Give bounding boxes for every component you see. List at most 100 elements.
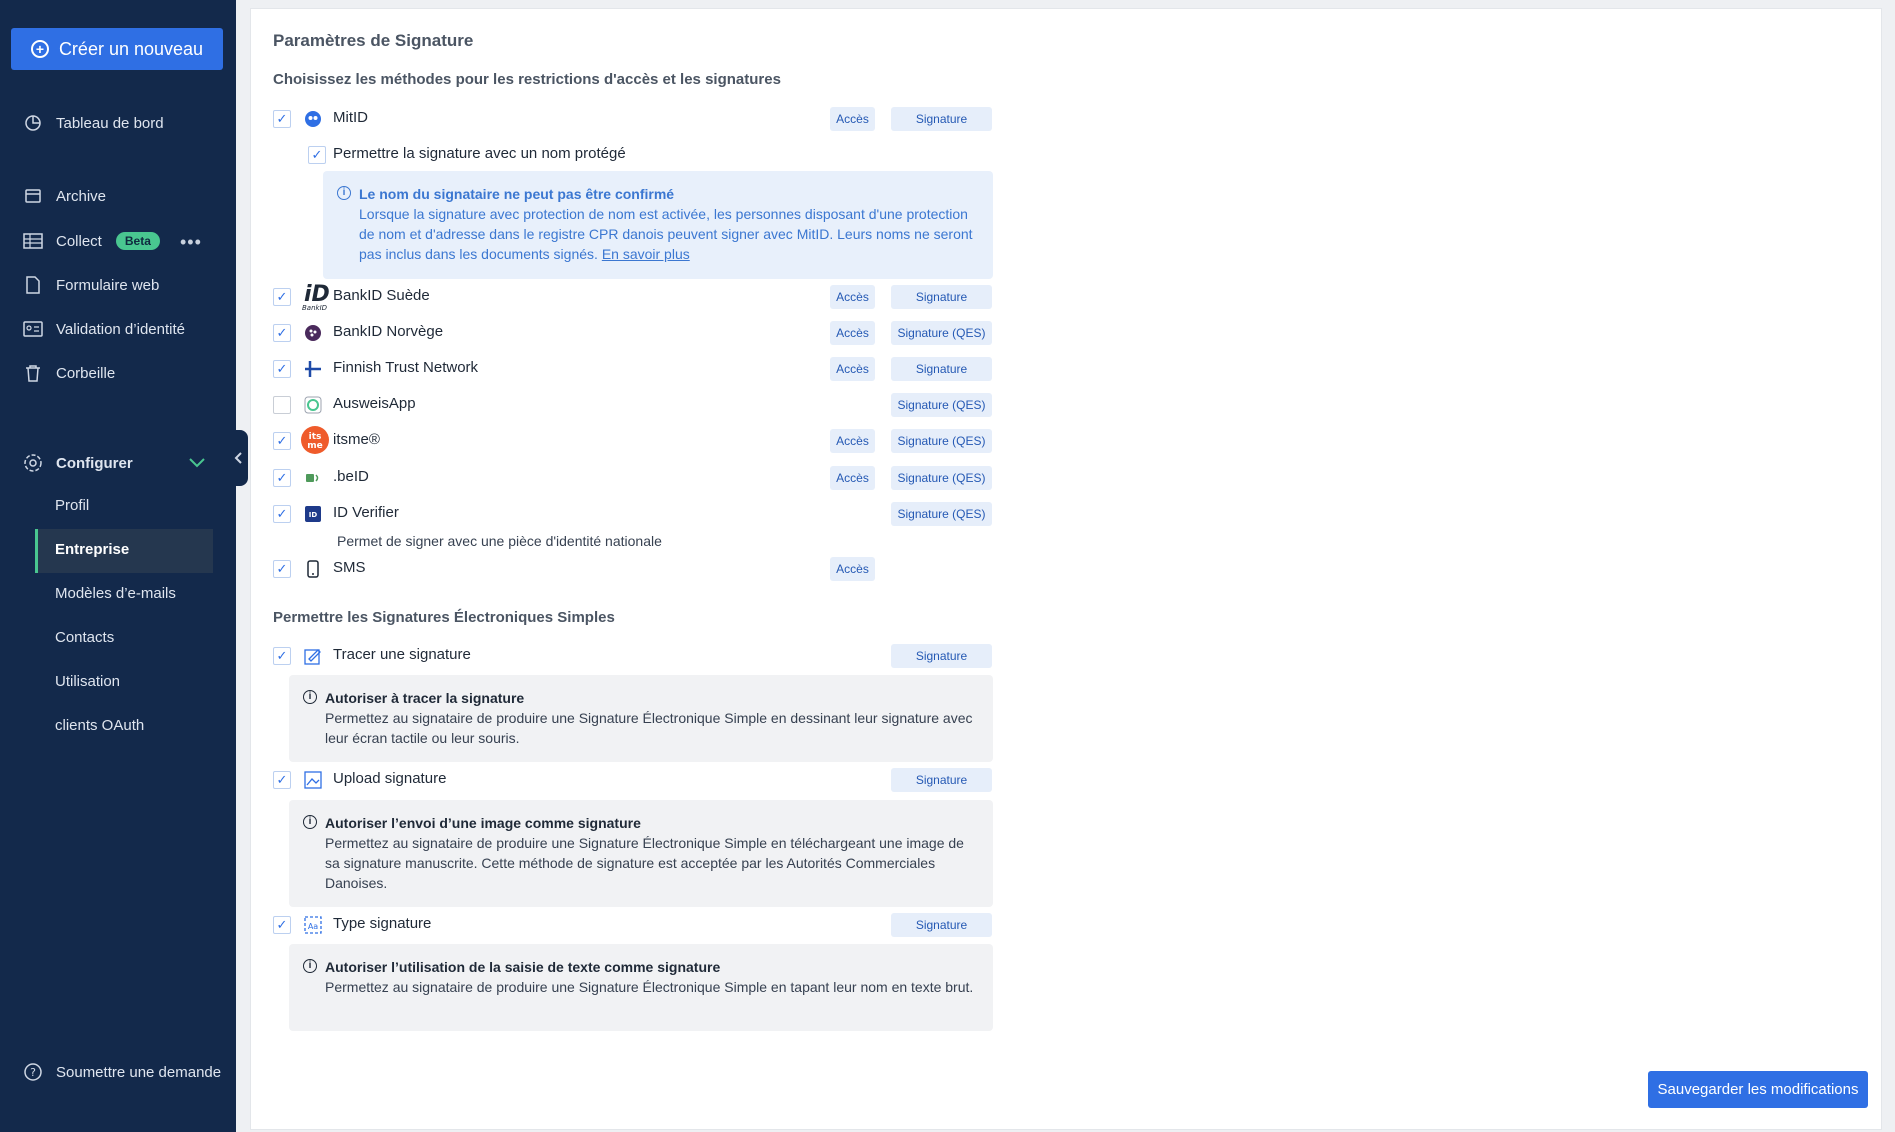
upload-info-box: i Autoriser l’envoi d’une image comme si… xyxy=(289,800,993,907)
beid-signature-tag[interactable]: Signature (QES) xyxy=(891,466,992,490)
ausweisapp-signature-tag[interactable]: Signature (QES) xyxy=(891,393,992,417)
nav-webform-label: Formulaire web xyxy=(56,276,160,294)
create-new-label: Créer un nouveau xyxy=(58,38,204,59)
info-icon: i xyxy=(303,690,317,704)
save-button[interactable]: Sauvegarder les modifications xyxy=(1648,1071,1868,1108)
svg-text:me: me xyxy=(307,441,322,451)
sms-label: SMS xyxy=(333,559,366,576)
nav-dashboard[interactable]: Tableau de bord xyxy=(22,111,164,135)
nav-support[interactable]: ? Soumettre une demande xyxy=(22,1060,221,1084)
chevron-left-icon xyxy=(234,452,242,464)
type-info-box: i Autoriser l’utilisation de la saisie d… xyxy=(289,944,993,1031)
bankid-se-checkbox[interactable]: ✓ xyxy=(273,288,291,306)
method-row-bankid-se: ✓ iD BankID BankID Suède Accès Signature xyxy=(273,282,993,311)
type-signature-icon: Aa xyxy=(303,915,323,935)
nav-identity[interactable]: Validation d’identité xyxy=(22,317,185,341)
itsme-signature-tag[interactable]: Signature (QES) xyxy=(891,429,992,453)
mitid-access-tag[interactable]: Accès xyxy=(830,107,875,131)
type-signature-checkbox[interactable]: ✓ xyxy=(273,916,291,934)
mitid-info-box: i Le nom du signataire ne peut pas être … xyxy=(323,171,993,279)
method-row-idverifier: ✓ ID ID Verifier Signature (QES) xyxy=(273,502,993,526)
upload-signature-checkbox[interactable]: ✓ xyxy=(273,771,291,789)
mitid-checkbox[interactable]: ✓ xyxy=(273,110,291,128)
nav-archive[interactable]: Archive xyxy=(22,184,106,208)
nav-configure[interactable]: Configurer xyxy=(22,451,205,475)
beid-checkbox[interactable]: ✓ xyxy=(273,469,291,487)
learn-more-link[interactable]: En savoir plus xyxy=(602,246,690,262)
ausweisapp-checkbox[interactable] xyxy=(273,396,291,414)
nav-webform[interactable]: Formulaire web xyxy=(22,273,159,297)
method-row-bankid-no: ✓ BankID Norvège Accès Signature (QES) xyxy=(273,321,993,345)
sms-access-tag[interactable]: Accès xyxy=(830,557,875,581)
method-row-mitid: ✓ MitID Accès Signature xyxy=(273,107,993,131)
bankid-se-signature-tag[interactable]: Signature xyxy=(891,285,992,309)
draw-info-title: Autoriser à tracer la signature xyxy=(325,690,525,706)
itsme-access-tag[interactable]: Accès xyxy=(830,429,875,453)
mitid-info-body: Lorsque la signature avec protection de … xyxy=(359,206,973,262)
nav-archive-label: Archive xyxy=(56,187,107,205)
nav-trash[interactable]: Corbeille xyxy=(22,361,115,385)
idverifier-icon: ID xyxy=(303,504,323,524)
upload-signature-icon xyxy=(303,770,323,790)
archive-icon xyxy=(22,185,44,207)
more-options-icon[interactable]: ••• xyxy=(180,232,202,253)
sms-checkbox[interactable]: ✓ xyxy=(273,560,291,578)
page-title: Paramètres de Signature xyxy=(273,31,474,50)
bankid-se-access-tag[interactable]: Accès xyxy=(830,285,875,309)
idverifier-checkbox[interactable]: ✓ xyxy=(273,505,291,523)
mitid-protected-checkbox[interactable]: ✓ xyxy=(308,146,326,164)
svg-text:?: ? xyxy=(30,1066,36,1079)
sub-contacts[interactable]: Contacts xyxy=(55,629,114,646)
nav-collect-label: Collect xyxy=(56,232,102,250)
draw-signature-tag[interactable]: Signature xyxy=(891,644,992,668)
sidebar: + Créer un nouveau Tableau de bord Archi… xyxy=(0,0,236,1132)
beid-access-tag[interactable]: Accès xyxy=(830,466,875,490)
method-row-itsme: ✓ its me itsme® Accès Signature (QES) xyxy=(273,426,993,454)
upload-signature-tag[interactable]: Signature xyxy=(891,768,992,792)
draw-signature-checkbox[interactable]: ✓ xyxy=(273,647,291,665)
sub-oauth[interactable]: clients OAuth xyxy=(55,717,144,734)
idverifier-label: ID Verifier xyxy=(333,504,399,521)
method-row-sms: ✓ SMS Accès xyxy=(273,557,993,581)
bankid-no-checkbox[interactable]: ✓ xyxy=(273,324,291,342)
ftn-label: Finnish Trust Network xyxy=(333,359,479,376)
bankid-no-signature-tag[interactable]: Signature (QES) xyxy=(891,321,992,345)
trash-icon xyxy=(22,362,44,384)
mitid-signature-tag[interactable]: Signature xyxy=(891,107,992,131)
create-new-button[interactable]: + Créer un nouveau xyxy=(11,28,223,70)
sub-usage[interactable]: Utilisation xyxy=(55,673,120,690)
idverifier-signature-tag[interactable]: Signature (QES) xyxy=(891,502,992,526)
bankid-se-label: BankID Suède xyxy=(333,287,430,304)
bankid-no-access-tag[interactable]: Accès xyxy=(830,321,875,345)
nav-trash-label: Corbeille xyxy=(56,364,116,382)
svg-text:Aa: Aa xyxy=(308,922,318,931)
ausweisapp-label: AusweisApp xyxy=(333,395,416,412)
type-signature-tag[interactable]: Signature xyxy=(891,913,992,937)
info-icon: i xyxy=(303,959,317,973)
top-bar xyxy=(250,0,1895,6)
table-icon xyxy=(22,230,44,252)
nav-dashboard-label: Tableau de bord xyxy=(56,114,164,132)
nav-support-label: Soumettre une demande xyxy=(56,1063,222,1081)
ftn-signature-tag[interactable]: Signature xyxy=(891,357,992,381)
beta-badge: Beta xyxy=(115,232,160,250)
gear-icon xyxy=(22,452,44,474)
collapse-sidebar-button[interactable] xyxy=(228,430,248,486)
type-signature-label: Type signature xyxy=(333,915,432,932)
sub-profile[interactable]: Profil xyxy=(55,497,89,514)
nav-collect[interactable]: Collect Beta xyxy=(22,229,160,253)
itsme-checkbox[interactable]: ✓ xyxy=(273,432,291,450)
sub-email-templates[interactable]: Modèles d’e-mails xyxy=(55,585,176,602)
draw-signature-icon xyxy=(303,646,323,666)
mitid-label: MitID xyxy=(333,109,368,126)
document-icon xyxy=(22,274,44,296)
beid-label: .beID xyxy=(333,468,369,485)
ftn-checkbox[interactable]: ✓ xyxy=(273,360,291,378)
type-info-body: Permettez au signataire de produire une … xyxy=(325,979,974,995)
id-card-icon xyxy=(22,318,44,340)
method-row-ausweisapp: AusweisApp Signature (QES) xyxy=(273,393,993,417)
ftn-access-tag[interactable]: Accès xyxy=(830,357,875,381)
draw-info-body: Permettez au signataire de produire une … xyxy=(325,710,973,746)
sub-company[interactable]: Entreprise xyxy=(55,541,129,558)
bankid-no-icon xyxy=(303,323,323,343)
